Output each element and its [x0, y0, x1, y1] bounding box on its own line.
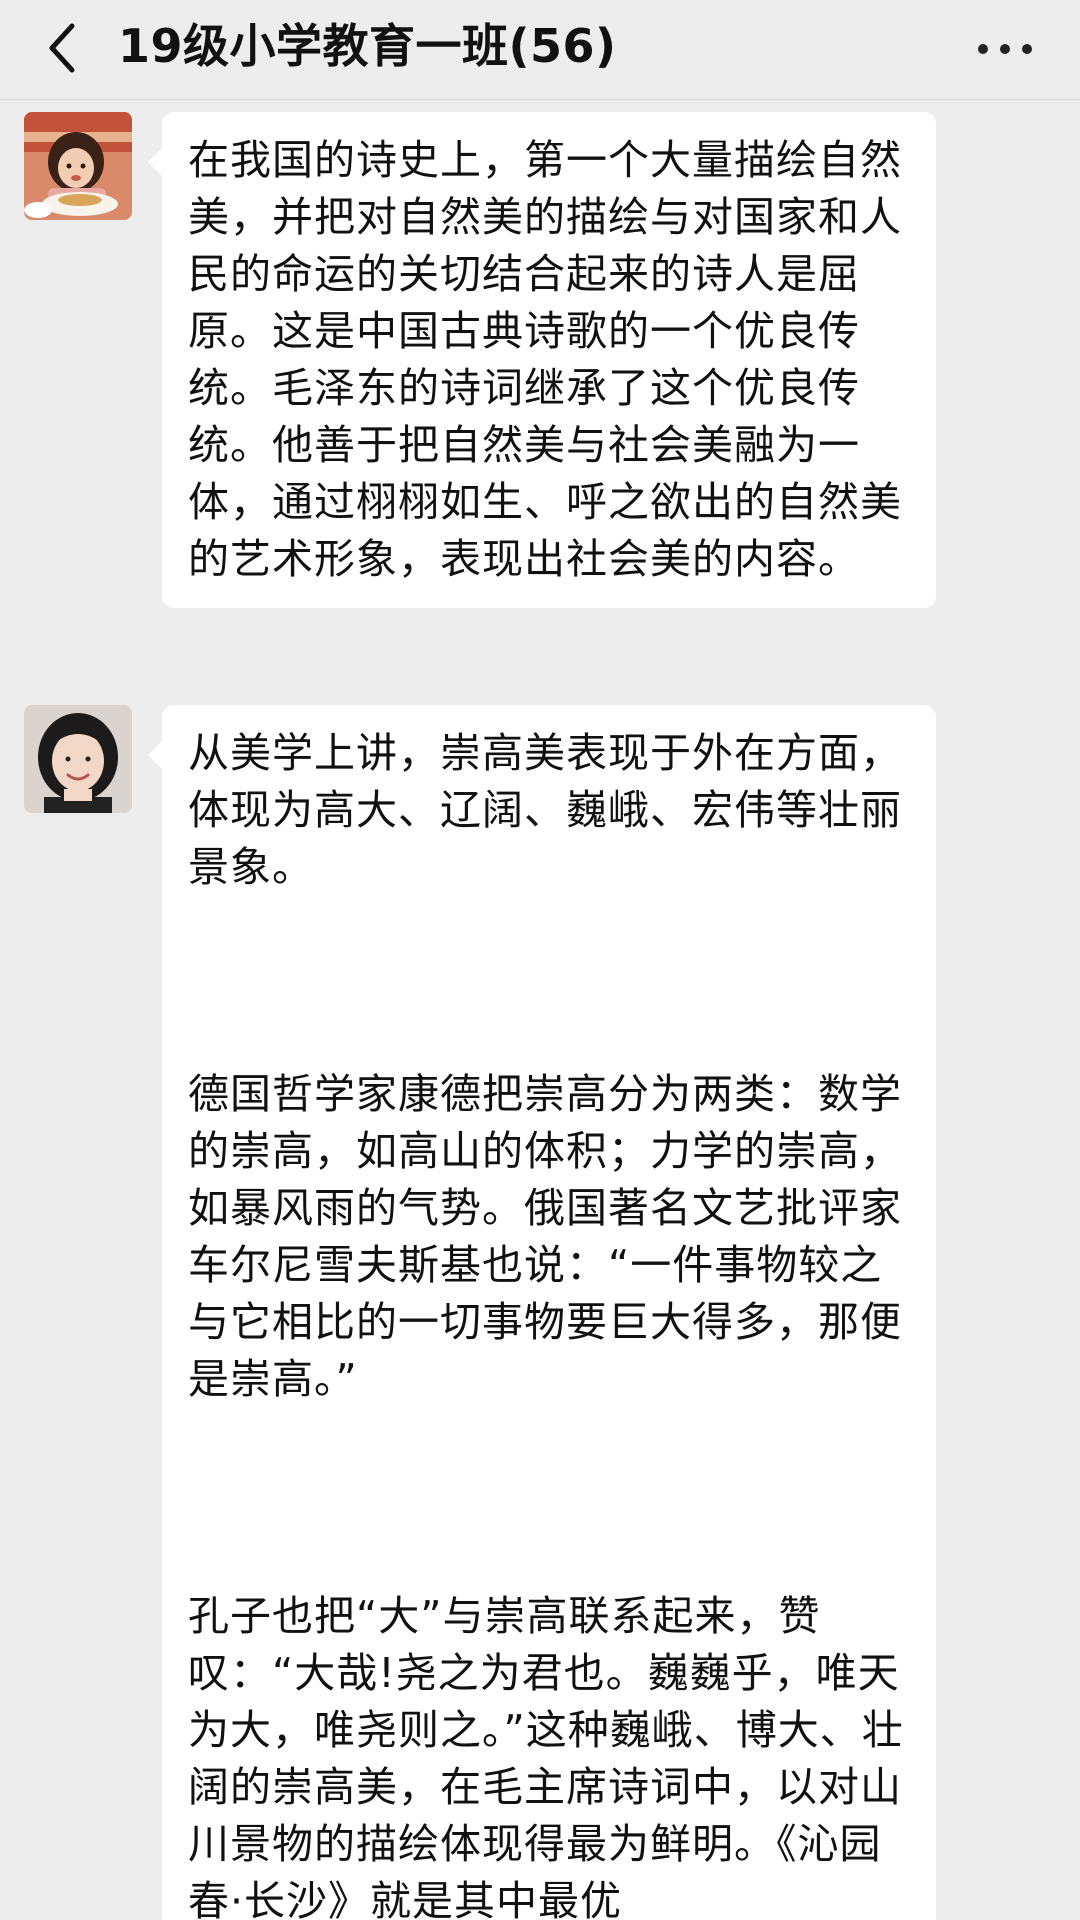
chat-message-list[interactable]: 在我国的诗史上，第一个大量描绘自然美，并把对自然美的描绘与对国家和人民的命运的关… [0, 100, 1080, 1920]
avatar[interactable] [24, 112, 132, 220]
message-text: 从美学上讲，崇高美表现于外在方面，体现为高大、辽阔、巍峨、宏伟等壮丽景象。 [188, 729, 902, 891]
chevron-left-icon [49, 23, 75, 73]
back-button[interactable] [40, 18, 86, 78]
message-bubble[interactable]: 在我国的诗史上，第一个大量描绘自然美，并把对自然美的描绘与对国家和人民的命运的关… [148, 112, 936, 608]
avatar-girl-eating [24, 112, 132, 220]
more-button[interactable] [970, 20, 1040, 76]
message-bubble[interactable]: 从美学上讲，崇高美表现于外在方面，体现为高大、辽阔、巍峨、宏伟等壮丽景象。 德国… [148, 705, 936, 1920]
avatar[interactable] [24, 705, 132, 813]
avatar-girl-smiling [24, 705, 132, 813]
chat-header: 19级小学教育一班(56) [0, 0, 1080, 100]
message-text: 孔子也把“大”与崇高联系起来，赞叹：“大哉!尧之为君也。巍巍乎，唯天为大，唯尧则… [188, 1592, 904, 1920]
chat-title: 19级小学教育一班(56) [118, 19, 617, 73]
message-text: 在我国的诗史上，第一个大量描绘自然美，并把对自然美的描绘与对国家和人民的命运的关… [188, 136, 902, 583]
message-text: 德国哲学家康德把崇高分为两类：数学的崇高，如高山的体积；力学的崇高，如暴风雨的气… [188, 1070, 902, 1403]
